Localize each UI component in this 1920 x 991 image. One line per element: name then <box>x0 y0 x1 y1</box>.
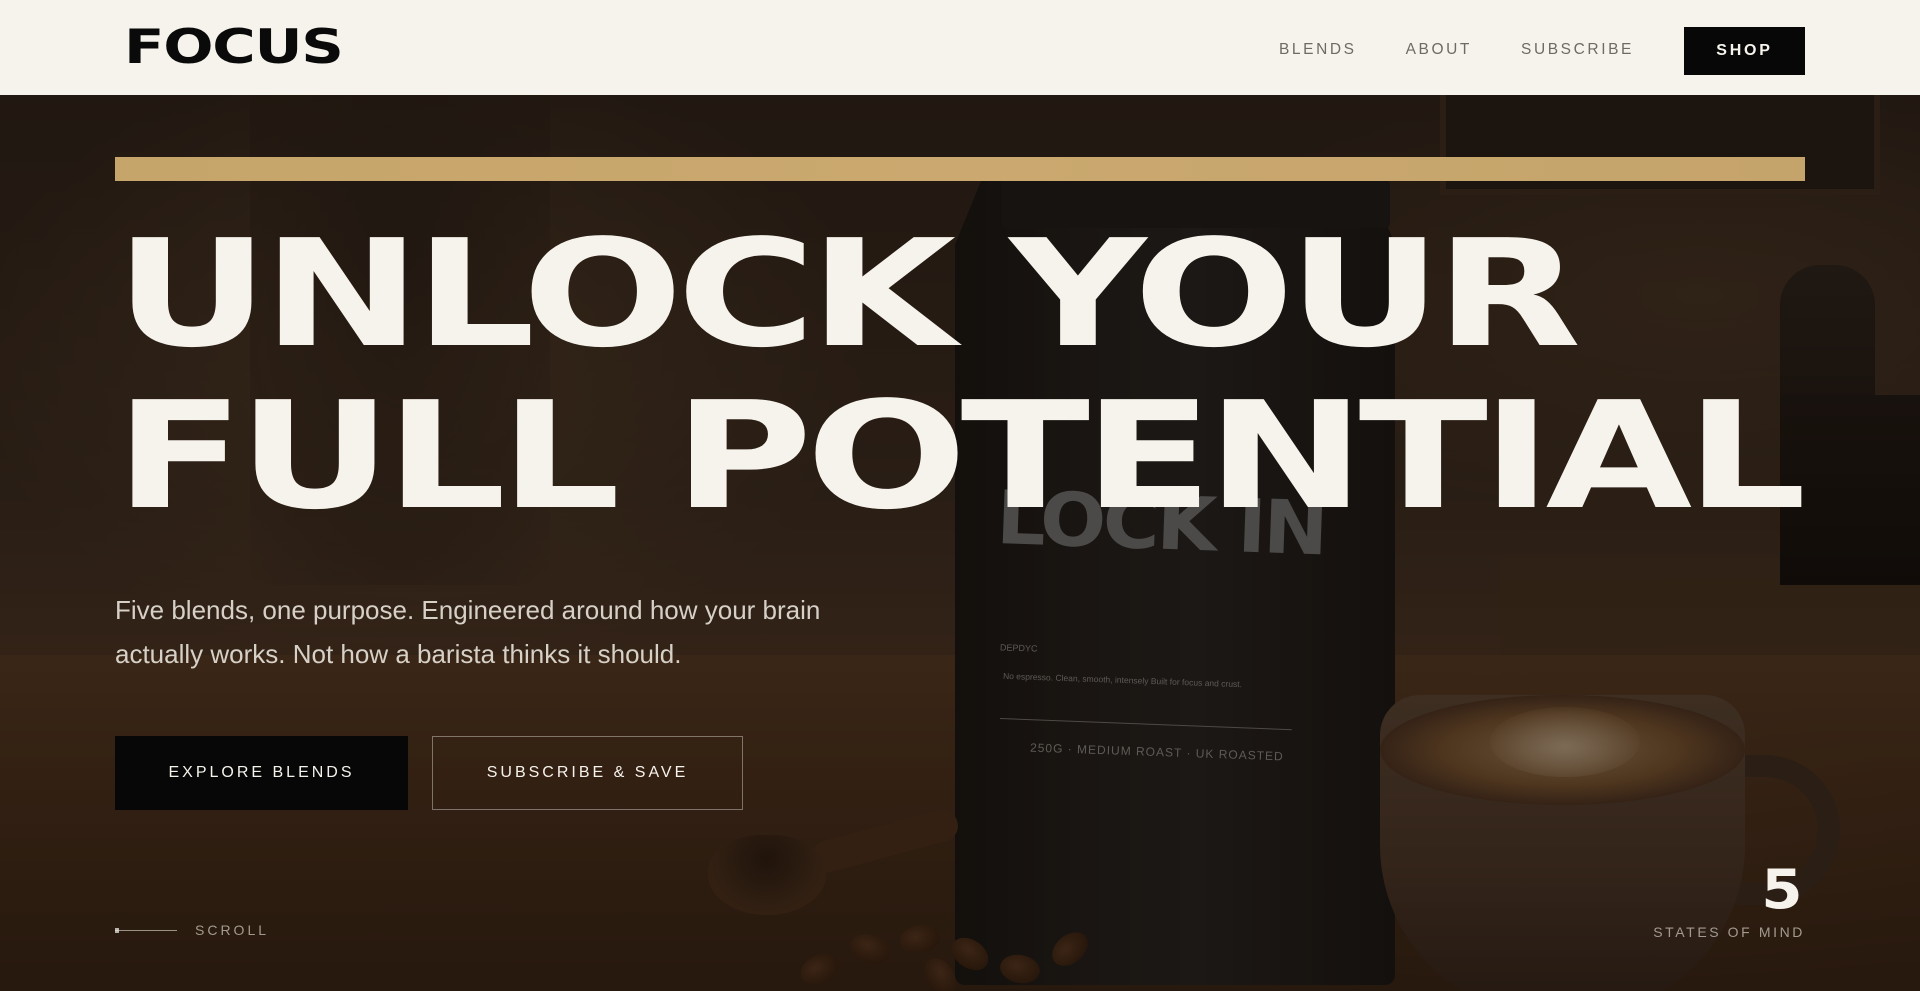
headline-line-1: UNLOCK YOUR <box>115 208 1581 380</box>
stat-value: 5 <box>1761 858 1803 921</box>
headline-line-2: FULL POTENTIAL <box>115 370 1807 542</box>
stat-label: STATES OF MIND <box>1653 924 1805 940</box>
scroll-arrow-icon <box>115 927 177 933</box>
nav-link-about[interactable]: ABOUT <box>1406 41 1472 59</box>
nav-link-subscribe[interactable]: SUBSCRIBE <box>1521 41 1634 59</box>
focus-logo[interactable]: FOCUS <box>124 24 344 72</box>
hero-headline: UNLOCK YOUR FULL POTENTIAL <box>115 208 1807 542</box>
scroll-indicator[interactable]: SCROLL <box>115 922 269 938</box>
nav-link-blends[interactable]: BLENDS <box>1279 41 1357 59</box>
main-nav: BLENDS ABOUT SUBSCRIBE <box>1279 0 1634 100</box>
site-header: FOCUS BLENDS ABOUT SUBSCRIBE SHOP <box>0 0 1920 95</box>
subscribe-save-button[interactable]: SUBSCRIBE & SAVE <box>432 736 743 810</box>
bag-label: DEPDYC <box>999 642 1038 654</box>
scroll-label: SCROLL <box>195 922 270 938</box>
logo-text: FOCUS <box>124 20 344 75</box>
explore-blends-button[interactable]: EXPLORE BLENDS <box>115 736 408 810</box>
hero-lead-text: Five blends, one purpose. Engineered aro… <box>115 595 821 669</box>
gold-accent-bar <box>115 157 1805 181</box>
shop-button[interactable]: SHOP <box>1684 27 1805 75</box>
